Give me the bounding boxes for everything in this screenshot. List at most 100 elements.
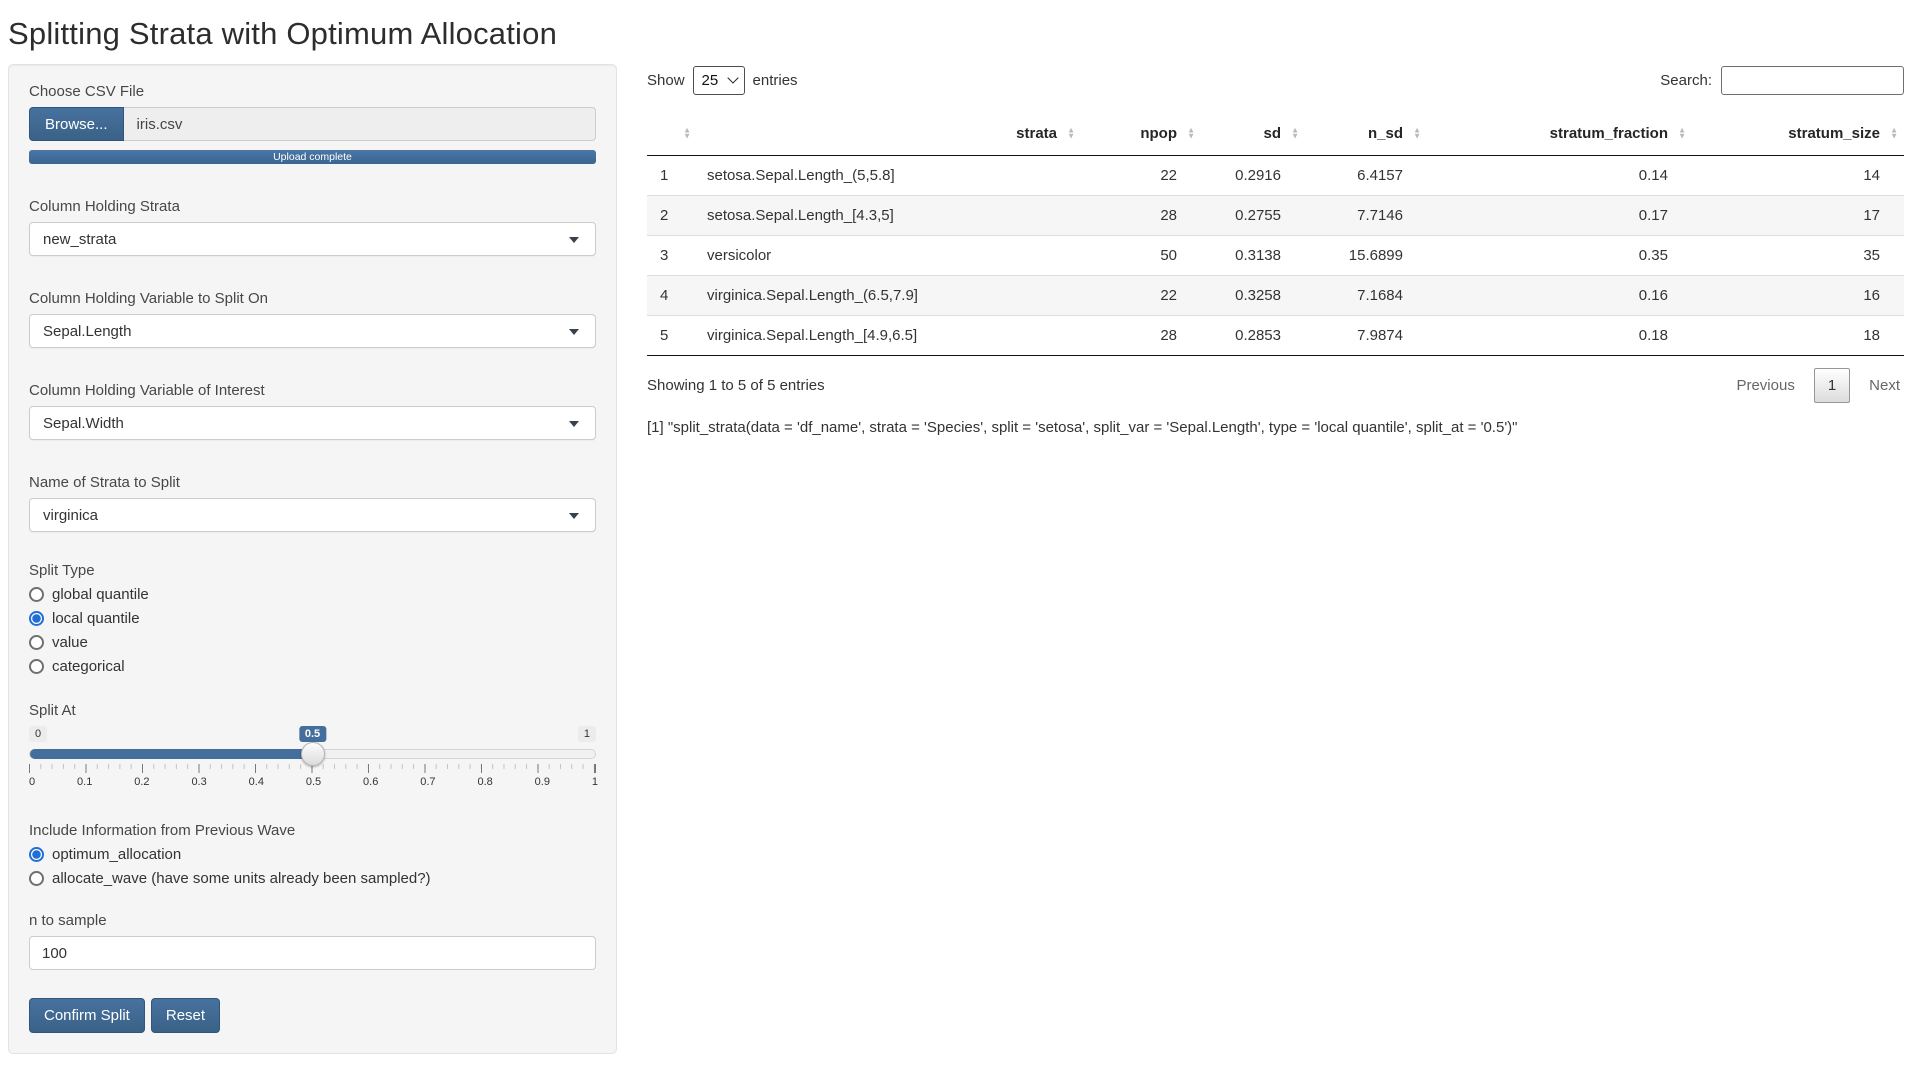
column-header[interactable]: stratum_size ▲▼ — [1692, 112, 1904, 156]
dropdown-selected-value: Sepal.Width — [43, 415, 124, 432]
entries-length-select[interactable]: 25 — [693, 66, 745, 95]
chevron-down-icon — [569, 513, 579, 519]
column-header[interactable]: npop ▲▼ — [1081, 112, 1201, 156]
r-console-output: [1] "split_strata(data = 'df_name', stra… — [647, 419, 1904, 436]
radio-label: optimum_allocation — [52, 846, 181, 863]
sort-arrows-icon: ▲▼ — [683, 127, 691, 140]
select-label: Column Holding Strata — [29, 198, 596, 215]
radio-input[interactable] — [29, 871, 44, 886]
confirm-split-button[interactable]: Confirm Split — [29, 998, 145, 1033]
cell-n-sd: 6.4157 — [1305, 156, 1427, 196]
sidebar-panel: Choose CSV File Browse... iris.csv Uploa… — [8, 64, 617, 1054]
show-entries-control: Show 25 entries — [647, 66, 798, 95]
cell-n-sd: 7.1684 — [1305, 276, 1427, 316]
radio-input[interactable] — [29, 847, 44, 862]
previous-wave-option[interactable]: allocate_wave (have some units already b… — [29, 866, 596, 890]
column-header-label: n_sd — [1368, 125, 1403, 142]
split-type-option[interactable]: local quantile — [29, 606, 596, 630]
n-to-sample-input[interactable] — [29, 936, 596, 970]
upload-progress-text: Upload complete — [273, 152, 352, 163]
tick-label: 0.7 — [420, 776, 435, 788]
table-header-row: ▲▼ strata ▲▼ npop ▲▼ — [647, 112, 1904, 156]
split-at-value-badge: 0.5 — [299, 726, 326, 742]
radio-input[interactable] — [29, 635, 44, 650]
dropdown-select[interactable]: new_strata — [29, 222, 596, 256]
column-header[interactable]: strata ▲▼ — [697, 112, 1081, 156]
cell-strata: virginica.Sepal.Length_(6.5,7.9] — [697, 276, 1081, 316]
upload-progress-bar: Upload complete — [29, 150, 596, 164]
column-header[interactable]: n_sd ▲▼ — [1305, 112, 1427, 156]
next-page-button[interactable]: Next — [1865, 370, 1904, 401]
table-footer: Showing 1 to 5 of 5 entries Previous 1 N… — [647, 368, 1904, 403]
column-header[interactable]: stratum_fraction ▲▼ — [1427, 112, 1692, 156]
cell-strata: setosa.Sepal.Length_[4.3,5] — [697, 196, 1081, 236]
radio-label: categorical — [52, 658, 125, 675]
radio-label: global quantile — [52, 586, 149, 603]
cell-strata: setosa.Sepal.Length_(5,5.8] — [697, 156, 1081, 196]
cell-n-sd: 15.6899 — [1305, 236, 1427, 276]
select-label: Name of Strata to Split — [29, 474, 596, 491]
search-control: Search: — [1660, 66, 1904, 95]
app-layout: Choose CSV File Browse... iris.csv Uploa… — [8, 64, 1906, 1054]
cell-stratum-size: 16 — [1692, 276, 1904, 316]
cell-npop: 28 — [1081, 316, 1201, 356]
select-group: Name of Strata to Split virginica — [29, 474, 596, 532]
column-header[interactable]: ▲▼ — [647, 112, 697, 156]
previous-wave-option[interactable]: optimum_allocation — [29, 842, 596, 866]
cell-sd: 0.3258 — [1201, 276, 1305, 316]
split-at-slider[interactable]: 0 0.5 1 00.10.20.30.40.50.60.70.80.91 — [29, 726, 596, 792]
cell-stratum-fraction: 0.35 — [1427, 236, 1692, 276]
cell-sd: 0.2755 — [1201, 196, 1305, 236]
table-row: 2 setosa.Sepal.Length_[4.3,5] 28 0.2755 … — [647, 196, 1904, 236]
cell-sd: 0.2916 — [1201, 156, 1305, 196]
previous-page-button[interactable]: Previous — [1732, 370, 1798, 401]
select-label: Column Holding Variable of Interest — [29, 382, 596, 399]
strata-table: ▲▼ strata ▲▼ npop ▲▼ — [647, 112, 1904, 356]
slider-tick-labels: 00.10.20.30.40.50.60.70.80.91 — [29, 776, 596, 788]
tick-label: 0.6 — [363, 776, 378, 788]
radio-input[interactable] — [29, 659, 44, 674]
split-at-slider-fill — [30, 749, 313, 759]
page-title: Splitting Strata with Optimum Allocation — [8, 16, 1906, 52]
cell-n-sd: 7.9874 — [1305, 316, 1427, 356]
cell-strata: versicolor — [697, 236, 1081, 276]
table-info: Showing 1 to 5 of 5 entries — [647, 377, 825, 394]
dropdown-select[interactable]: Sepal.Length — [29, 314, 596, 348]
dropdown-selected-value: Sepal.Length — [43, 323, 131, 340]
slider-track[interactable] — [29, 749, 596, 759]
column-header-label: sd — [1263, 125, 1281, 142]
column-header-label: npop — [1140, 125, 1177, 142]
column-header[interactable]: sd ▲▼ — [1201, 112, 1305, 156]
cell-row-number: 1 — [647, 156, 697, 196]
page-1-button[interactable]: 1 — [1814, 368, 1850, 403]
previous-wave-label: Include Information from Previous Wave — [29, 822, 596, 839]
cell-sd: 0.3138 — [1201, 236, 1305, 276]
tick-label: 0.8 — [477, 776, 492, 788]
split-type-option[interactable]: value — [29, 630, 596, 654]
chevron-down-icon — [569, 237, 579, 243]
split-at-group: Split At 0 0.5 1 00.10.20.30.40.50.60.70… — [29, 702, 596, 792]
split-type-group: Split Type global quantile local quantil… — [29, 562, 596, 678]
table-row: 3 versicolor 50 0.3138 15.6899 0.35 35 — [647, 236, 1904, 276]
cell-stratum-fraction: 0.17 — [1427, 196, 1692, 236]
dropdown-select[interactable]: Sepal.Width — [29, 406, 596, 440]
browse-button[interactable]: Browse... — [29, 107, 124, 141]
search-input[interactable] — [1721, 66, 1904, 95]
split-type-option[interactable]: global quantile — [29, 582, 596, 606]
split-at-label: Split At — [29, 702, 596, 719]
split-type-option[interactable]: categorical — [29, 654, 596, 678]
cell-stratum-size: 35 — [1692, 236, 1904, 276]
n-to-sample-group: n to sample — [29, 912, 596, 970]
main-panel: Show 25 entries Search: — [647, 64, 1906, 436]
split-at-slider-handle[interactable] — [301, 742, 325, 766]
cell-stratum-fraction: 0.16 — [1427, 276, 1692, 316]
reset-button[interactable]: Reset — [151, 998, 220, 1033]
action-buttons: Confirm Split Reset — [29, 998, 596, 1033]
radio-input[interactable] — [29, 587, 44, 602]
split-type-label: Split Type — [29, 562, 596, 579]
radio-label: allocate_wave (have some units already b… — [52, 870, 431, 887]
tick-label: 0.9 — [535, 776, 550, 788]
dropdown-select[interactable]: virginica — [29, 498, 596, 532]
slider-min-badge: 0 — [29, 726, 47, 742]
radio-input[interactable] — [29, 611, 44, 626]
